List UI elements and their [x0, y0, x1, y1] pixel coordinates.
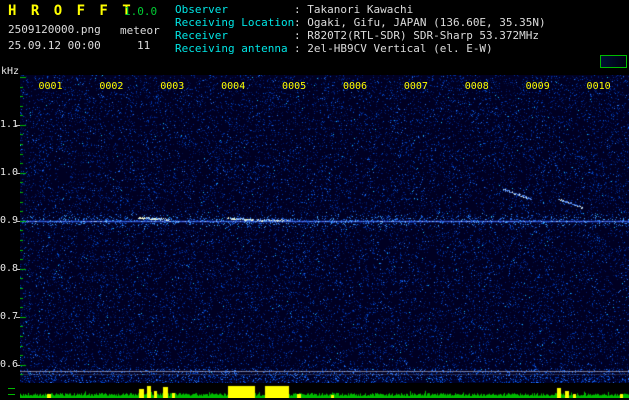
freq-axis-unit: kHz	[1, 66, 20, 77]
freq-tick-dash	[16, 124, 20, 126]
observer-label: Observer	[175, 3, 228, 16]
antenna-value: 2el-HB9CV Vertical (el. E-W)	[307, 42, 493, 55]
separator: :	[294, 42, 308, 55]
separator: :	[294, 16, 308, 29]
freq-tick-label: 0.9	[0, 214, 20, 226]
observation-start-datetime: 25.09.12 00:00	[8, 39, 101, 52]
level-scale-tick	[8, 388, 15, 389]
output-filename: 2509120000.png	[8, 23, 101, 36]
separator: :	[294, 29, 308, 42]
location-value: Ogaki, Gifu, JAPAN (136.60E, 35.35N)	[307, 16, 546, 29]
freq-tick-label: 0.8	[0, 262, 20, 274]
hrofft-window: H R O F F T 1.0.0 2509120000.png meteor …	[0, 0, 629, 400]
time-tick-label: 0003	[160, 81, 185, 92]
time-tick-label: 0007	[403, 81, 428, 92]
echo-count: 11	[137, 39, 151, 52]
info-row-location: Receiving Location: Ogaki, Gifu, JAPAN (…	[175, 16, 546, 29]
freq-tick-dash	[16, 364, 20, 366]
time-tick-label: 0005	[282, 81, 307, 92]
level-scale-tick	[8, 394, 15, 395]
antenna-label: Receiving antenna	[175, 42, 288, 55]
time-tick-label: 0001	[38, 81, 63, 92]
time-tick-label: 0002	[99, 81, 124, 92]
info-row-receiver: Receiver: R820T2(RTL-SDR) SDR-Sharp 53.3…	[175, 29, 539, 42]
freq-tick-label: 0.7	[0, 310, 20, 322]
freq-tick-dash	[16, 172, 20, 174]
info-row-observer: Observer: Takanori Kawachi	[175, 3, 413, 16]
app-title: H R O F F T	[8, 3, 134, 19]
receiver-label: Receiver	[175, 29, 228, 42]
freq-tick-label: 1.1	[0, 118, 20, 130]
time-tick-label: 0010	[586, 81, 611, 92]
freq-tick-dash	[16, 268, 20, 270]
receiver-value: R820T2(RTL-SDR) SDR-Sharp 53.372MHz	[307, 29, 540, 42]
info-row-antenna: Receiving antenna: 2el-HB9CV Vertical (e…	[175, 42, 493, 55]
freq-tick-label: 0.6	[0, 358, 20, 370]
separator: :	[294, 3, 308, 16]
location-label: Receiving Location	[175, 16, 295, 29]
signal-level-strip	[20, 385, 629, 398]
app-version: 1.0.0	[124, 5, 158, 18]
time-tick-label: 0008	[464, 81, 489, 92]
spectrogram-canvas	[20, 75, 629, 383]
observer-value: Takanori Kawachi	[307, 3, 414, 16]
freq-tick-dash	[16, 316, 20, 318]
time-tick-label: 0006	[342, 81, 368, 92]
mode-label: meteor	[120, 24, 160, 37]
intensity-scale-box	[600, 55, 627, 68]
freq-tick-dash	[16, 220, 20, 222]
freq-tick-label: 1.0	[0, 166, 20, 178]
time-tick-label: 0004	[221, 81, 246, 92]
time-tick-label: 0009	[525, 81, 550, 92]
